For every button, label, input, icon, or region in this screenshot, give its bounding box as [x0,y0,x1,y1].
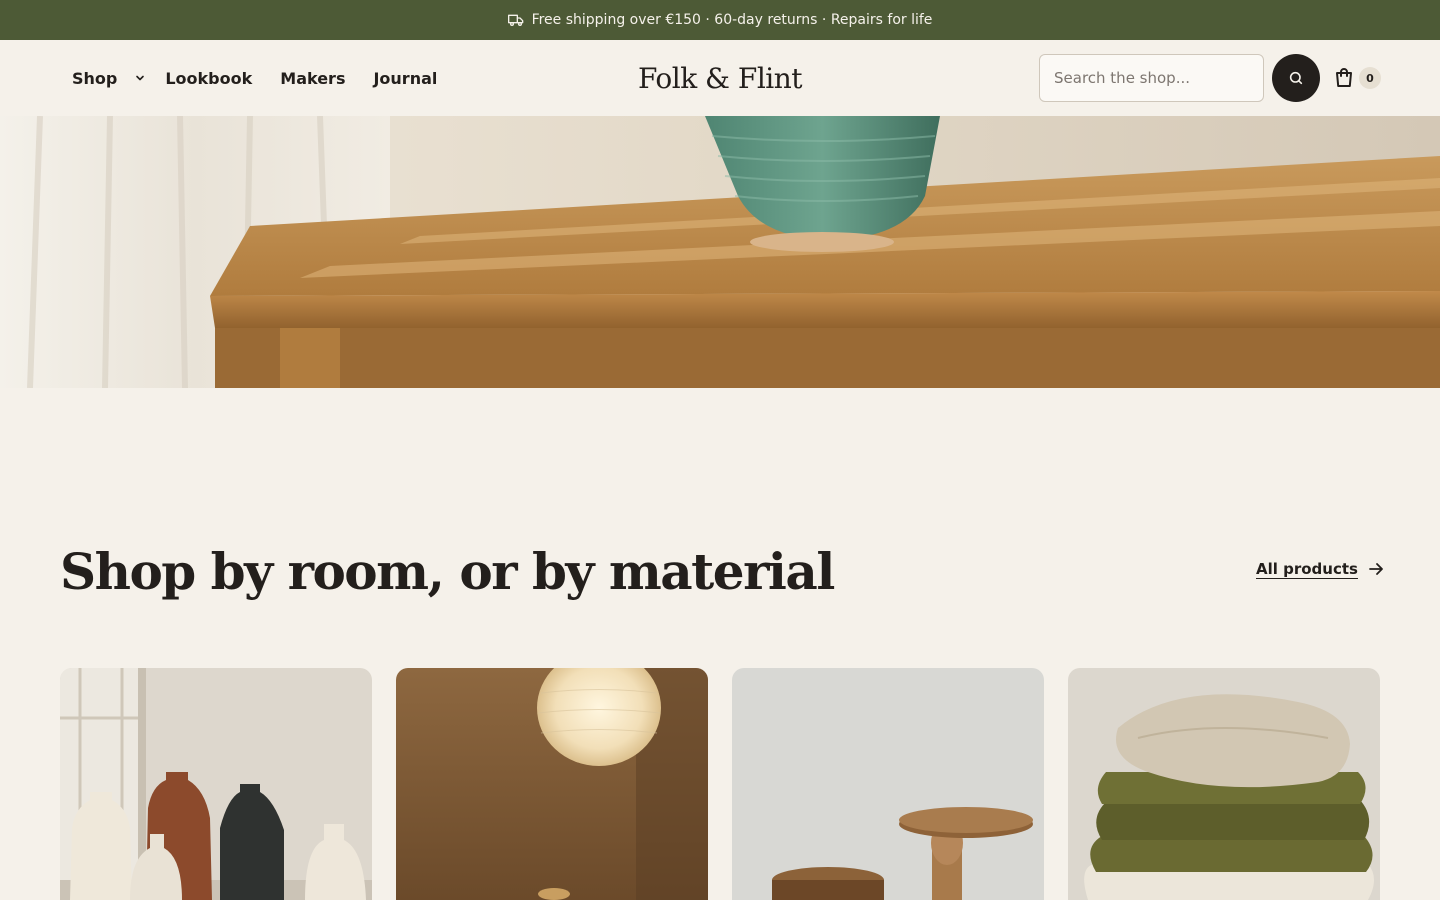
cart-count-badge: 0 [1359,67,1381,89]
section-title: Shop by room, or by material [60,542,835,601]
shopping-bag-icon[interactable] [1332,66,1356,90]
search-input[interactable] [1039,54,1264,102]
category-card-lighting[interactable] [396,668,708,900]
chevron-down-icon[interactable] [127,68,153,88]
all-products-link[interactable]: All products [1256,560,1384,578]
announcement-text: Free shipping over €150 · 60-day returns… [531,12,933,28]
search-button[interactable] [1272,54,1320,102]
stacked-textiles-image [1068,668,1380,900]
site-header: Shop Lookbook Makers Journal Folk & Flin… [0,40,1440,116]
nav-journal[interactable]: Journal [373,69,437,88]
category-card-textiles[interactable] [1068,668,1380,900]
nav-lookbook[interactable]: Lookbook [165,69,252,88]
nav-shop[interactable]: Shop [72,69,117,88]
hero-illustration [0,116,1440,388]
site-logo[interactable]: Folk & Flint [638,62,803,95]
category-card-ceramics[interactable] [60,668,372,900]
nav-makers[interactable]: Makers [280,69,345,88]
wooden-side-tables-image [732,668,1044,900]
pendant-lamp-image [396,668,708,900]
search-icon [1289,71,1303,85]
truck-icon [507,14,523,26]
arrow-right-icon [1369,563,1383,575]
hero-image [0,116,1440,388]
ceramic-vases-image [60,668,372,900]
main-nav: Shop Lookbook Makers Journal [72,40,465,116]
category-card-furniture[interactable] [732,668,1044,900]
announcement-bar: Free shipping over €150 · 60-day returns… [0,0,1440,40]
all-products-label: All products [1256,560,1358,578]
